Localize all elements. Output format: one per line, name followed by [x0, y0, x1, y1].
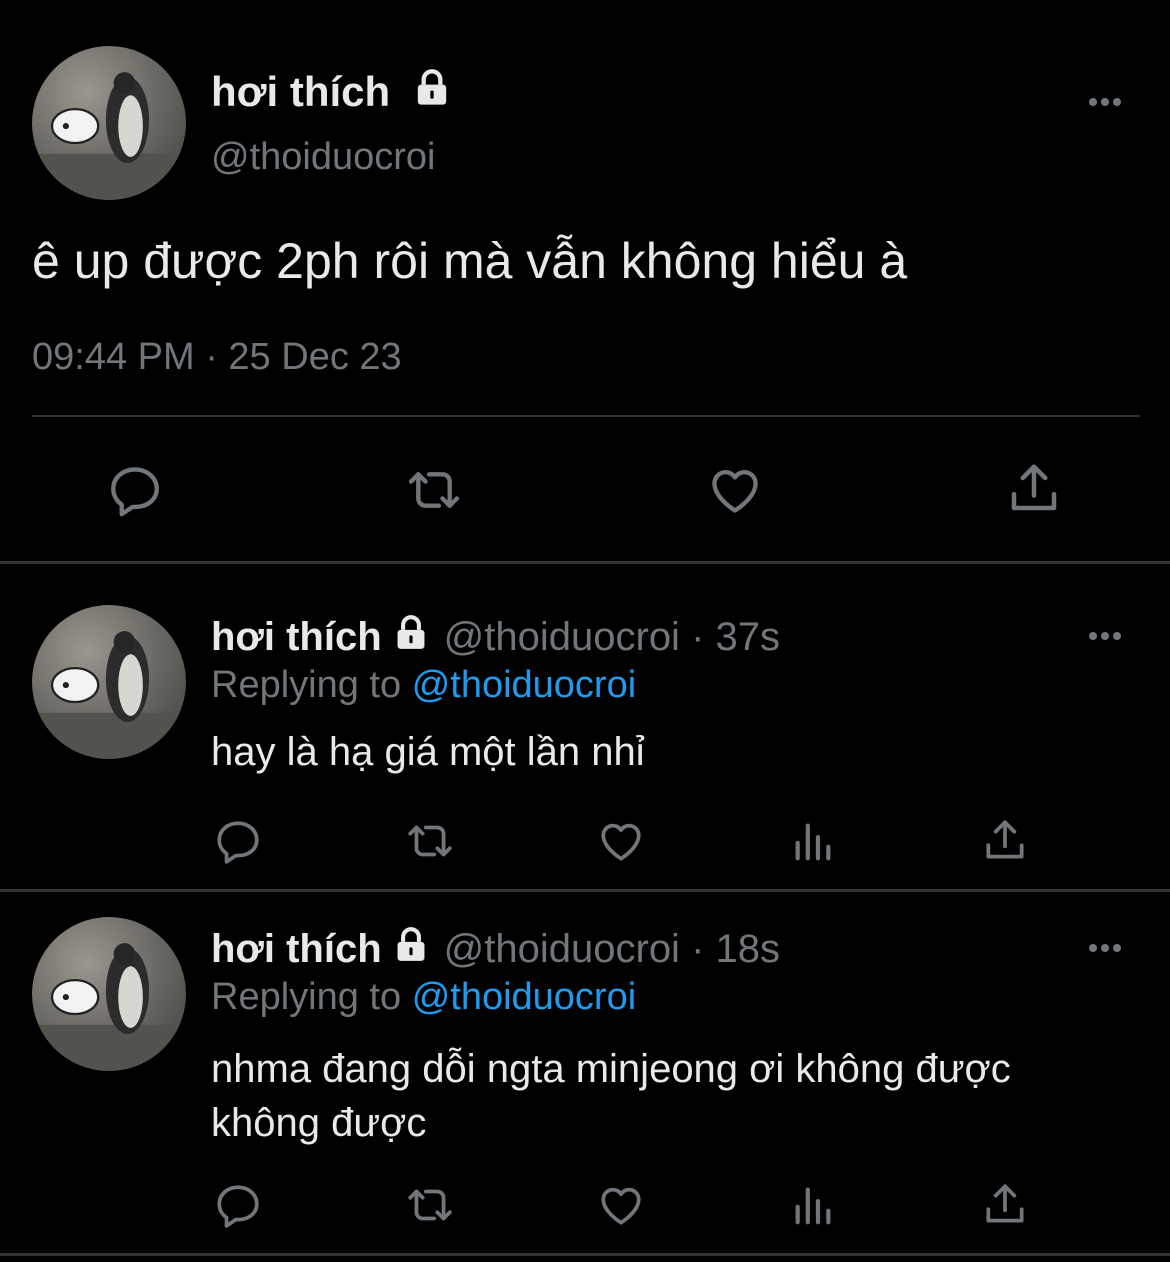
timestamp[interactable]: 09:44 PM · 25 Dec 23 — [32, 336, 402, 379]
mention-link[interactable]: @thoiduocroi — [412, 976, 636, 1018]
reply-header: hơi thích @thoiduocroi · 18s — [211, 926, 780, 974]
retweet-icon[interactable] — [403, 1180, 457, 1230]
display-name[interactable]: hơi thích — [211, 68, 452, 118]
reply-icon[interactable] — [106, 461, 164, 519]
handle[interactable]: @thoiduocroi — [444, 927, 680, 971]
section-divider — [0, 1253, 1170, 1256]
display-name[interactable]: hơi thích — [211, 615, 382, 659]
more-icon[interactable] — [1089, 939, 1127, 952]
more-icon[interactable] — [1089, 93, 1127, 106]
views-icon[interactable] — [790, 818, 836, 864]
retweet-icon[interactable] — [403, 461, 465, 519]
share-icon[interactable] — [980, 1179, 1030, 1229]
lock-icon — [412, 68, 452, 118]
like-icon[interactable] — [705, 461, 765, 519]
reply-icon[interactable] — [213, 1180, 263, 1230]
views-icon[interactable] — [790, 1182, 836, 1228]
handle[interactable]: @thoiduocroi — [211, 136, 435, 179]
like-icon[interactable] — [596, 1180, 646, 1230]
retweet-icon[interactable] — [403, 816, 457, 866]
reply-header: hơi thích @thoiduocroi · 37s — [211, 614, 780, 662]
section-divider — [0, 889, 1170, 892]
display-name[interactable]: hơi thích — [211, 927, 382, 971]
more-icon[interactable] — [1089, 627, 1127, 640]
avatar[interactable] — [32, 605, 186, 759]
avatar[interactable] — [32, 917, 186, 1071]
tweet-age[interactable]: · 18s — [691, 927, 780, 971]
divider — [32, 415, 1140, 417]
share-icon[interactable] — [980, 815, 1030, 865]
replying-to: Replying to @thoiduocroi — [211, 976, 637, 1018]
mention-link[interactable]: @thoiduocroi — [412, 664, 636, 706]
reply-icon[interactable] — [213, 816, 263, 866]
like-icon[interactable] — [596, 816, 646, 866]
share-icon[interactable] — [1004, 458, 1064, 518]
replying-to: Replying to @thoiduocroi — [211, 664, 637, 706]
handle[interactable]: @thoiduocroi — [444, 615, 680, 659]
tweet-text: hay là hạ giá một lần nhỉ — [211, 730, 645, 774]
section-divider — [0, 561, 1170, 564]
tweet-age[interactable]: · 37s — [691, 615, 780, 659]
avatar[interactable] — [32, 46, 186, 200]
lock-icon — [392, 926, 430, 974]
lock-icon — [392, 614, 430, 662]
tweet-text: ê up được 2ph rôi mà vẫn không hiểu à — [32, 233, 908, 289]
tweet-text: nhma đang dỗi ngta minjeong ơi không đượ… — [211, 1047, 1011, 1145]
